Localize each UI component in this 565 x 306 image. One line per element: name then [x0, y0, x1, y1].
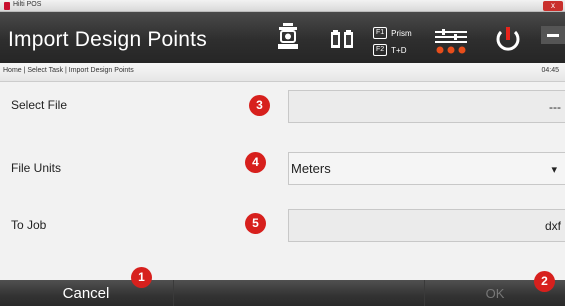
- breadcrumb[interactable]: Home | Select Task | Import Design Point…: [3, 67, 134, 74]
- callout-5: 5: [245, 213, 266, 234]
- dropdown-arrow-icon: ▾: [551, 164, 557, 176]
- prism-label: Prism: [391, 28, 412, 38]
- window-title-bar: Hilti POS x: [0, 0, 565, 12]
- battery-icon[interactable]: [329, 30, 355, 50]
- f1-key: F1: [373, 27, 388, 39]
- prism-mode-indicator[interactable]: F1 Prism: [373, 27, 412, 39]
- to-job-label: To Job: [11, 218, 47, 232]
- select-file-field[interactable]: ---: [288, 90, 565, 123]
- app-header: Import Design Points F1 Prism F2 T+D: [0, 12, 565, 63]
- to-job-value: dxf: [544, 219, 561, 233]
- settings-sliders-icon[interactable]: [434, 29, 470, 55]
- callout-4: 4: [245, 152, 266, 173]
- app-logo-icon: [4, 2, 10, 10]
- td-label: T+D: [391, 45, 407, 55]
- instrument-icon[interactable]: [276, 22, 300, 52]
- to-job-field[interactable]: dxf: [288, 209, 565, 242]
- file-units-value: Meters: [291, 161, 331, 176]
- select-file-label: Select File: [11, 98, 68, 112]
- minimize-button[interactable]: [541, 26, 565, 44]
- callout-1: 1: [131, 267, 152, 288]
- f2-key: F2: [373, 44, 388, 56]
- import-form: Select File 3 --- File Units 4 Meters ▾ …: [0, 82, 565, 280]
- breadcrumb-bar: Home | Select Task | Import Design Point…: [0, 63, 565, 82]
- window-close-button[interactable]: x: [543, 1, 563, 11]
- power-icon[interactable]: [494, 26, 522, 56]
- td-mode-indicator[interactable]: F2 T+D: [373, 44, 407, 56]
- footer-bar: Cancel OK: [0, 280, 565, 306]
- footer-empty-slot: [173, 280, 424, 306]
- callout-3: 3: [249, 95, 270, 116]
- select-file-value: ---: [549, 100, 561, 114]
- clock: 04:45: [541, 67, 559, 74]
- file-units-dropdown[interactable]: Meters ▾: [288, 152, 565, 185]
- window-title: Hilti POS: [13, 1, 42, 8]
- file-units-label: File Units: [11, 161, 62, 175]
- callout-2: 2: [534, 271, 555, 292]
- page-title: Import Design Points: [8, 28, 207, 51]
